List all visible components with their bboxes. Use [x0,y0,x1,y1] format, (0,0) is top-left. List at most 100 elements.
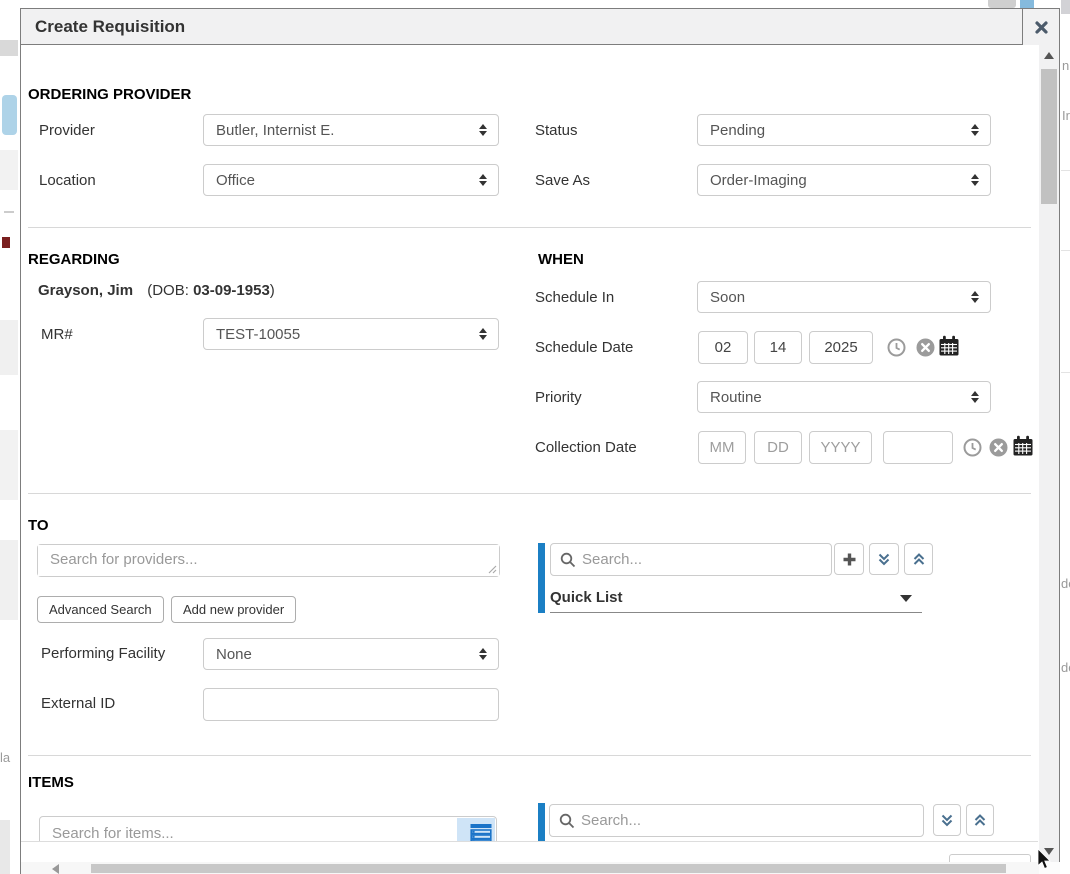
arrow-up-icon [1044,52,1054,59]
items-panel-search-input[interactable] [575,812,923,829]
clear-circle-icon [916,338,935,357]
collection-date-clear-button[interactable] [988,437,1008,457]
schedule-year-input[interactable] [809,331,873,364]
clear-circle-icon [989,438,1008,457]
provider-select[interactable]: Butler, Internist E. [203,114,499,146]
external-id-input[interactable] [203,688,499,721]
priority-select[interactable]: Routine [697,381,991,413]
background-text-fragment: de [1061,660,1070,675]
items-heading: ITEMS [28,774,74,791]
items-search-input[interactable] [40,825,457,842]
dob-suffix: ) [270,282,275,299]
background-text-fragment: de [1061,576,1070,591]
caret-down-icon[interactable] [900,595,912,602]
external-id-label: External ID [41,696,115,712]
close-icon [1034,20,1049,35]
background-tab [988,0,1016,8]
vertical-scrollbar-thumb[interactable] [1041,69,1057,204]
vertical-scrollbar[interactable] [1039,45,1059,862]
background-text-fragment: Ir [1062,108,1070,123]
to-panel-search-input[interactable] [576,551,831,568]
to-panel-search [550,543,832,576]
scroll-up-button[interactable] [1039,47,1059,64]
save-as-select[interactable]: Order-Imaging [697,164,991,196]
schedule-in-select-value: Soon [710,289,745,306]
background-block [0,820,10,874]
background-block [0,40,18,56]
calendar-icon [938,335,960,357]
schedule-month-input[interactable] [698,331,748,364]
background-block [0,540,18,620]
schedule-time-button[interactable] [886,337,906,357]
clock-icon [887,338,906,357]
schedule-calendar-button[interactable] [938,335,960,357]
collapse-all-button[interactable] [904,543,933,575]
save-as-label: Save As [535,173,590,189]
dialog-title: Create Requisition [21,17,185,37]
select-caret-icon [971,391,979,403]
mouse-cursor [1037,849,1053,871]
collection-time-button[interactable] [962,437,982,457]
collection-month-input[interactable] [698,431,746,464]
background-right-strip: n Ir de de [1061,0,1070,874]
background-line [1061,250,1070,251]
location-select[interactable]: Office [203,164,499,196]
section-divider [28,493,1031,494]
background-dash [4,211,14,213]
resize-handle-icon[interactable] [488,565,497,574]
schedule-in-select[interactable]: Soon [697,281,991,313]
save-button[interactable]: Save [949,854,1031,862]
select-caret-icon [479,174,487,186]
performing-facility-select[interactable]: None [203,638,499,670]
location-select-value: Office [216,172,255,189]
background-accent [1020,0,1034,8]
status-select-value: Pending [710,122,765,139]
scroll-left-button[interactable] [46,862,64,874]
patient-name: Grayson, Jim [38,282,133,299]
create-requisition-dialog: Create Requisition ORDERING PROVIDER Pro… [20,8,1060,874]
select-caret-icon [971,124,979,136]
dob-prefix: (DOB: [147,282,193,299]
background-left-strip: la [0,0,20,874]
page: la n Ir de de Create Requisition ORDERIN… [0,0,1070,874]
expand-all-button[interactable] [869,543,899,575]
collection-day-input[interactable] [754,431,802,464]
chevron-double-down-icon [939,813,955,828]
chevron-double-up-icon [911,552,927,567]
items-expand-all-button[interactable] [933,804,961,836]
close-button[interactable] [1022,9,1059,45]
add-to-list-button[interactable] [834,543,864,575]
collection-calendar-button[interactable] [1012,435,1034,457]
arrow-left-icon [52,864,59,874]
status-select[interactable]: Pending [697,114,991,146]
background-block [0,430,18,500]
horizontal-scrollbar-thumb[interactable] [91,864,1006,873]
background-line [1061,372,1070,373]
dob-value: 03-09-1953 [193,282,270,299]
horizontal-scrollbar[interactable] [21,862,1039,874]
when-heading: WHEN [538,251,584,268]
chevron-double-down-icon [876,552,892,567]
select-caret-icon [971,174,979,186]
background-bar [1061,0,1070,14]
dialog-body: ORDERING PROVIDER Provider Butler, Inter… [21,46,1038,862]
dialog-footer: Save [21,841,1038,862]
schedule-date-clear-button[interactable] [915,337,935,357]
calendar-icon [1012,435,1034,457]
advanced-search-button[interactable]: Advanced Search [37,596,164,623]
schedule-day-input[interactable] [754,331,802,364]
collection-year-input[interactable] [809,431,872,464]
items-collapse-all-button[interactable] [966,804,994,836]
collection-time-input[interactable] [883,431,953,464]
performing-facility-label: Performing Facility [41,646,165,662]
mr-select-value: TEST-10055 [216,326,300,343]
provider-select-value: Butler, Internist E. [216,122,334,139]
provider-search-textarea[interactable] [38,545,499,576]
quick-list-label: Quick List [550,589,623,606]
search-icon [560,552,576,568]
mr-select[interactable]: TEST-10055 [203,318,499,350]
add-new-provider-button[interactable]: Add new provider [171,596,296,623]
background-text-fragment: n [1062,58,1069,73]
section-divider [28,227,1031,228]
quick-list-header[interactable]: Quick List [550,586,922,613]
